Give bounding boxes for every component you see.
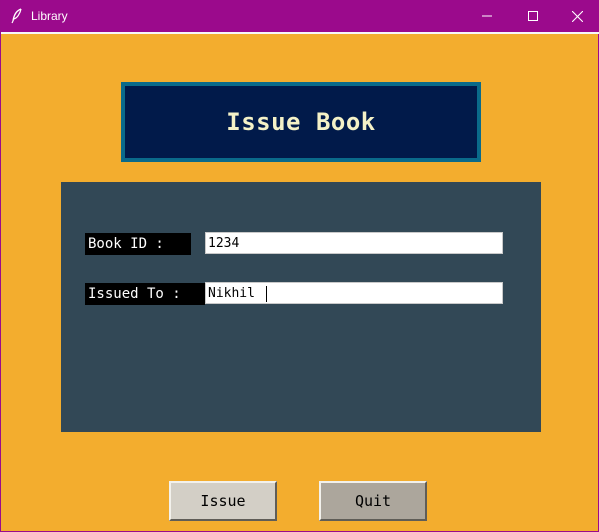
heading-frame: Issue Book [121,82,481,162]
app-window: Library Issue Book Book ID : 1234 Issued… [0,0,599,532]
minimize-icon [482,11,492,21]
text-cursor [266,286,267,302]
close-button[interactable] [554,0,599,32]
heading-box: Issue Book [125,86,477,158]
feather-icon [10,8,24,24]
book-id-label: Book ID : [85,233,191,255]
window-title: Library [31,9,68,23]
maximize-button[interactable] [510,0,556,32]
close-icon [571,10,583,22]
issued-to-input[interactable] [205,282,503,304]
title-bar[interactable]: Library [1,0,599,32]
minimize-button[interactable] [464,0,510,32]
book-id-input[interactable] [205,232,503,254]
form-panel: Book ID : Issued To : [61,182,541,432]
issued-to-label: Issued To : [85,283,205,305]
maximize-icon [528,11,538,21]
issue-button[interactable]: Issue [169,481,277,521]
page-title: Issue Book [226,108,376,136]
content-divider [1,32,599,34]
quit-button[interactable]: Quit [319,481,427,521]
